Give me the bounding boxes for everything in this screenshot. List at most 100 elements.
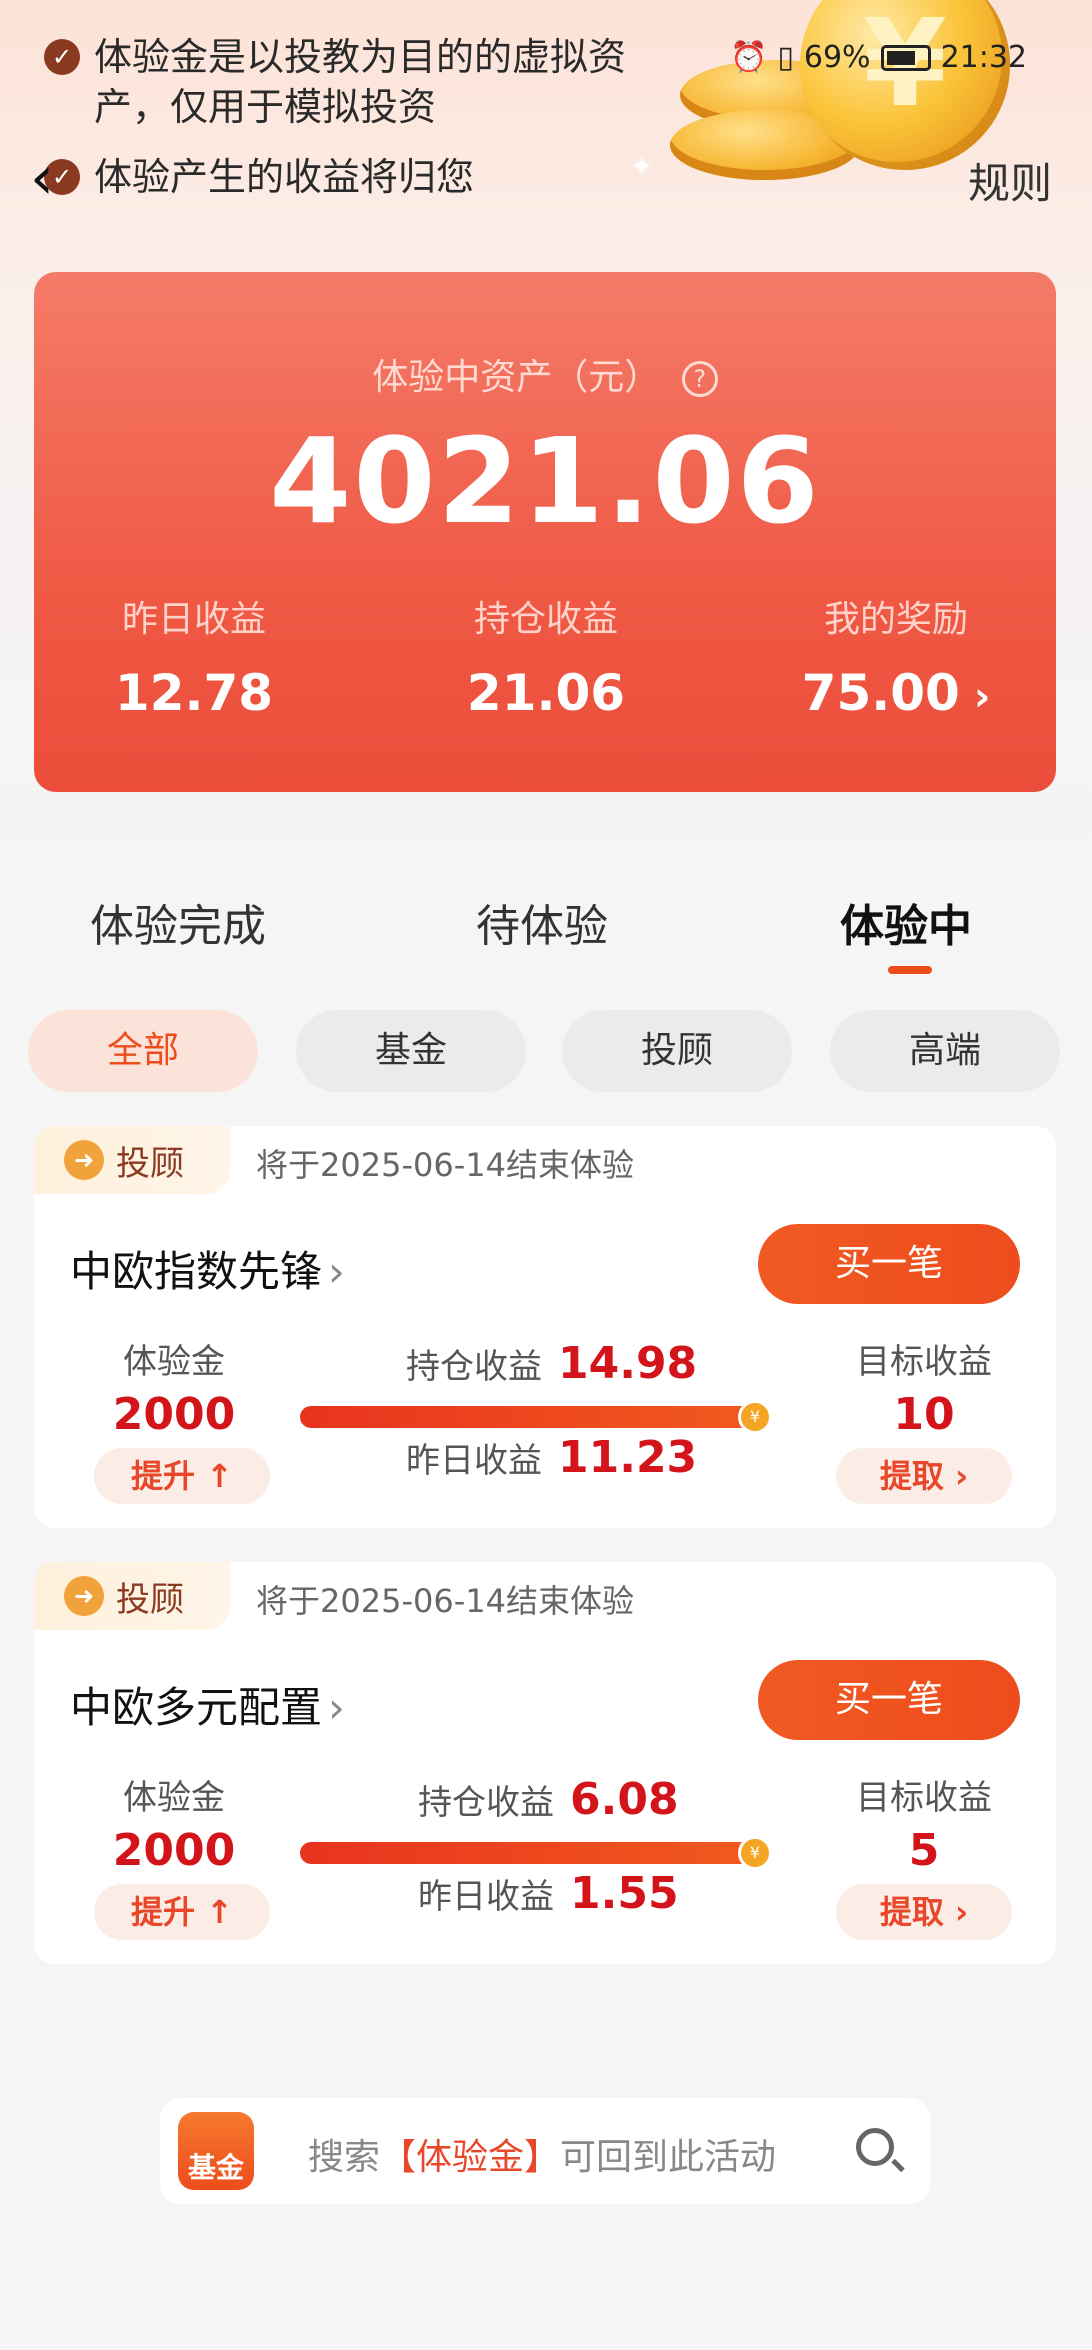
upgrade-button[interactable]: 提升 ↑ bbox=[94, 1448, 270, 1504]
withdraw-button[interactable]: 提取 › bbox=[836, 1884, 1012, 1940]
stat-label: 昨日收益 bbox=[121, 599, 266, 640]
advisor-badge: ➜ 投顾 bbox=[34, 1126, 230, 1194]
target-column: 目标收益 10 提取 › bbox=[824, 1334, 1024, 1504]
trial-amount: 2000 bbox=[112, 1825, 236, 1876]
stat-label: 持仓收益 bbox=[473, 599, 618, 640]
end-date-text: 将于2025-06-14结束体验 bbox=[256, 1582, 634, 1620]
yesterday-label: 昨日收益 bbox=[418, 1877, 554, 1917]
logo-label: 基金 bbox=[187, 2151, 244, 2184]
chevron-right-icon: › bbox=[973, 674, 991, 720]
tab-completed[interactable]: 体验完成 bbox=[90, 890, 266, 954]
filter-all[interactable]: 全部 bbox=[28, 1010, 258, 1092]
search-suffix: 可回到此活动 bbox=[560, 2137, 777, 2178]
fund-name: 中欧指数先锋 bbox=[70, 1247, 323, 1296]
trial-label: 体验金 bbox=[123, 1342, 225, 1382]
fund-card: ➜ 投顾 将于2025-06-14结束体验 中欧多元配置 › 买一笔 体验金 20… bbox=[34, 1562, 1056, 1964]
chevron-right-icon: › bbox=[943, 1893, 969, 1931]
withdraw-label: 提取 bbox=[879, 1457, 944, 1495]
stat-yesterday: 昨日收益 12.78 bbox=[34, 590, 354, 722]
stat-value: 12.78 bbox=[114, 664, 274, 722]
target-value: 5 bbox=[908, 1825, 940, 1876]
withdraw-label: 提取 bbox=[879, 1893, 944, 1931]
badge-label: 投顾 bbox=[116, 1143, 184, 1184]
progress-bar: ¥ bbox=[300, 1400, 772, 1434]
trial-label: 体验金 bbox=[123, 1778, 225, 1818]
yesterday-income-row: 昨日收益 11.23 bbox=[406, 1432, 697, 1483]
advisor-badge: ➜ 投顾 bbox=[34, 1562, 230, 1630]
end-date-text: 将于2025-06-14结束体验 bbox=[256, 1146, 634, 1184]
search-hint-text: 搜索【体验金】可回到此活动 bbox=[308, 2128, 776, 2180]
note-text: 体验产生的收益将归您 bbox=[94, 155, 475, 199]
target-label: 目标收益 bbox=[856, 1778, 992, 1818]
target-label: 目标收益 bbox=[856, 1342, 992, 1382]
yesterday-value: 11.23 bbox=[558, 1432, 698, 1483]
yuan-dot-icon: ¥ bbox=[738, 1400, 772, 1434]
fund-name-link[interactable]: 中欧指数先锋 › bbox=[70, 1238, 345, 1299]
target-value: 10 bbox=[893, 1389, 955, 1440]
target-column: 目标收益 5 提取 › bbox=[824, 1770, 1024, 1940]
badge-label: 投顾 bbox=[116, 1579, 184, 1620]
fund-app-logo: 基金 bbox=[178, 2112, 254, 2190]
filter-premium[interactable]: 高端 bbox=[830, 1010, 1060, 1092]
buy-button[interactable]: 买一笔 bbox=[758, 1224, 1020, 1304]
holding-value: 14.98 bbox=[558, 1338, 698, 1389]
search-prefix: 搜索 bbox=[308, 2137, 381, 2178]
vibrate-icon: ▯ bbox=[777, 40, 794, 75]
holding-income-row: 持仓收益 14.98 bbox=[406, 1338, 697, 1389]
clock: 21:32 bbox=[940, 40, 1028, 75]
trial-notes-tooltip: ✓ 体验金是以投教为目的的虚拟资产，仅用于模拟投资 ✓ 体验产生的收益将归您 bbox=[44, 32, 684, 222]
trial-amount-column: 体验金 2000 提升 ↑ bbox=[94, 1770, 270, 1940]
filter-fund[interactable]: 基金 bbox=[296, 1010, 526, 1092]
holding-label: 持仓收益 bbox=[406, 1347, 542, 1387]
asset-value: 4021.06 bbox=[269, 412, 821, 550]
battery-percent: 69% bbox=[803, 40, 871, 75]
rules-link[interactable]: 规则 bbox=[968, 150, 1052, 211]
advisor-icon: ➜ bbox=[64, 1576, 104, 1616]
fund-name: 中欧多元配置 bbox=[70, 1683, 323, 1732]
coin-decoration: ¥ ✦ bbox=[630, 0, 1010, 230]
yesterday-value: 1.55 bbox=[570, 1868, 679, 1919]
status-bar: ⏰ ▯ 69% 21:32 bbox=[730, 40, 1027, 75]
withdraw-button[interactable]: 提取 › bbox=[836, 1448, 1012, 1504]
tab-in-progress[interactable]: 体验中 bbox=[840, 890, 972, 954]
trial-amount: 2000 bbox=[112, 1389, 236, 1440]
upgrade-label: 提升 bbox=[131, 1457, 196, 1495]
fund-name-link[interactable]: 中欧多元配置 › bbox=[70, 1674, 345, 1735]
fund-card: ➜ 投顾 将于2025-06-14结束体验 中欧指数先锋 › 买一笔 体验金 20… bbox=[34, 1126, 1056, 1528]
holding-value: 6.08 bbox=[570, 1774, 679, 1825]
back-arrow-icon[interactable]: ‹ bbox=[30, 148, 54, 208]
stat-value-row: 75.00 › bbox=[736, 664, 1056, 722]
note-text: 体验金是以投教为目的的虚拟资产，仅用于模拟投资 bbox=[94, 35, 627, 129]
chevron-right-icon: › bbox=[328, 1247, 345, 1296]
holding-income-row: 持仓收益 6.08 bbox=[418, 1774, 679, 1825]
arrow-up-icon: ↑ bbox=[195, 1457, 233, 1495]
stat-holding: 持仓收益 21.06 bbox=[386, 590, 706, 722]
upgrade-button[interactable]: 提升 ↑ bbox=[94, 1884, 270, 1940]
stat-label: 我的奖励 bbox=[823, 599, 968, 640]
stat-value: 21.06 bbox=[466, 664, 626, 722]
holding-label: 持仓收益 bbox=[418, 1783, 554, 1823]
stat-rewards[interactable]: 我的奖励 75.00 › bbox=[736, 590, 1056, 722]
asset-label: 体验中资产（元） bbox=[372, 357, 661, 398]
stat-value: 75.00 bbox=[801, 664, 960, 722]
yuan-dot-icon: ¥ bbox=[738, 1836, 772, 1870]
search-icon[interactable] bbox=[856, 2128, 894, 2166]
filter-advisor[interactable]: 投顾 bbox=[562, 1010, 792, 1092]
search-keyword: 【体验金】 bbox=[380, 2137, 561, 2178]
buy-button[interactable]: 买一笔 bbox=[758, 1660, 1020, 1740]
note-item: ✓ 体验金是以投教为目的的虚拟资产，仅用于模拟投资 bbox=[44, 32, 684, 132]
chevron-right-icon: › bbox=[943, 1457, 969, 1495]
upgrade-label: 提升 bbox=[131, 1893, 196, 1931]
battery-icon bbox=[880, 44, 931, 71]
asset-label-row: 体验中资产（元） ? bbox=[34, 348, 1056, 400]
help-icon[interactable]: ? bbox=[681, 361, 718, 397]
arrow-up-icon: ↑ bbox=[195, 1893, 233, 1931]
yesterday-label: 昨日收益 bbox=[406, 1441, 542, 1481]
progress-bar: ¥ bbox=[300, 1836, 772, 1870]
check-icon: ✓ bbox=[44, 39, 80, 75]
chevron-right-icon: › bbox=[328, 1683, 345, 1732]
search-hint-bar[interactable]: 基金 搜索【体验金】可回到此活动 bbox=[160, 2098, 930, 2204]
trial-amount-column: 体验金 2000 提升 ↑ bbox=[94, 1334, 270, 1504]
advisor-icon: ➜ bbox=[64, 1140, 104, 1180]
tab-pending[interactable]: 待体验 bbox=[476, 890, 608, 954]
